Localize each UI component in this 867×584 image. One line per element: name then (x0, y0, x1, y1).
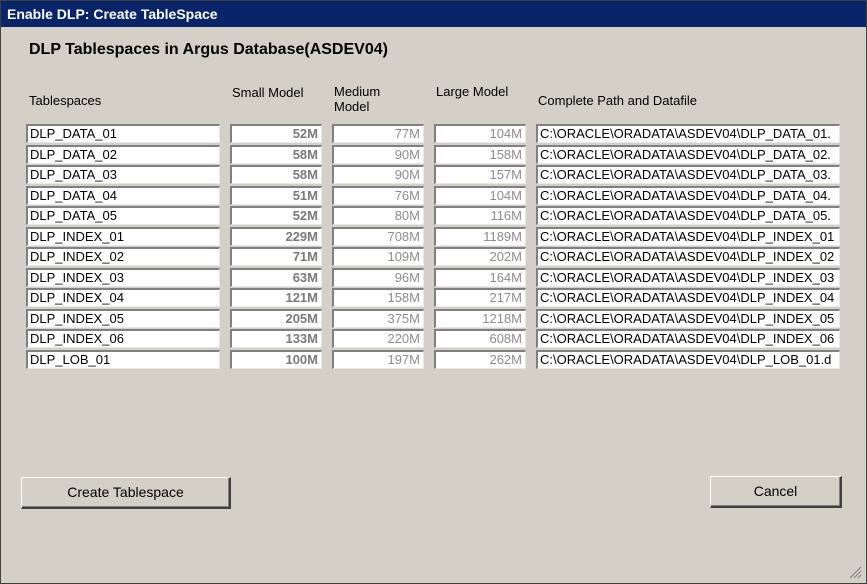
small-model-field[interactable]: 52M (230, 124, 322, 143)
datafile-path-field[interactable]: C:\ORACLE\ORADATA\ASDEV04\DLP_INDEX_01 (536, 226, 840, 246)
small-model-field[interactable]: 63M (230, 267, 322, 287)
medium-model-field[interactable]: 197M (332, 349, 424, 369)
datafile-path-field[interactable]: C:\ORACLE\ORADATA\ASDEV04\DLP_INDEX_03 (536, 267, 840, 287)
tablespace-name-field[interactable]: DLP_INDEX_01 (26, 226, 220, 246)
tablespace-name-field[interactable]: DLP_LOB_01 (26, 349, 220, 369)
large-model-field[interactable]: 1189M (434, 226, 526, 246)
tablespace-name-field[interactable]: DLP_INDEX_06 (26, 329, 220, 348)
small-model-field[interactable]: 58M (230, 165, 322, 184)
large-model-field[interactable]: 164M (434, 267, 526, 287)
large-model-field[interactable]: 608M (434, 329, 526, 348)
large-model-field[interactable]: 262M (434, 349, 526, 369)
small-model-field[interactable]: 229M (230, 226, 322, 246)
create-tablespace-dialog: Enable DLP: Create TableSpace DLP Tables… (0, 0, 867, 584)
small-model-field[interactable]: 58M (230, 144, 322, 164)
large-model-field[interactable]: 202M (434, 247, 526, 266)
small-model-field[interactable]: 100M (230, 349, 322, 369)
dialog-title: Enable DLP: Create TableSpace (1, 1, 866, 27)
large-model-field[interactable]: 217M (434, 288, 526, 307)
tablespace-name-field[interactable]: DLP_DATA_04 (26, 185, 220, 205)
tablespace-name-field[interactable]: DLP_DATA_01 (26, 124, 220, 143)
medium-model-field[interactable]: 96M (332, 267, 424, 287)
medium-model-field[interactable]: 220M (332, 329, 424, 348)
datafile-path-field[interactable]: C:\ORACLE\ORADATA\ASDEV04\DLP_DATA_04. (536, 185, 840, 205)
datafile-path-field[interactable]: C:\ORACLE\ORADATA\ASDEV04\DLP_INDEX_06 (536, 329, 840, 348)
datafile-path-field[interactable]: C:\ORACLE\ORADATA\ASDEV04\DLP_DATA_05. (536, 206, 840, 225)
large-model-field[interactable]: 157M (434, 165, 526, 184)
tablespace-name-field[interactable]: DLP_INDEX_03 (26, 267, 220, 287)
column-header-small: Small Model (232, 85, 304, 100)
small-model-field[interactable]: 205M (230, 308, 322, 328)
datafile-path-field[interactable]: C:\ORACLE\ORADATA\ASDEV04\DLP_INDEX_02 (536, 247, 840, 266)
small-model-field[interactable]: 133M (230, 329, 322, 348)
tablespace-name-field[interactable]: DLP_INDEX_04 (26, 288, 220, 307)
datafile-path-field[interactable]: C:\ORACLE\ORADATA\ASDEV04\DLP_DATA_02. (536, 144, 840, 164)
tablespace-name-field[interactable]: DLP_DATA_03 (26, 165, 220, 184)
small-model-field[interactable]: 52M (230, 206, 322, 225)
tablespace-name-field[interactable]: DLP_INDEX_05 (26, 308, 220, 328)
small-model-field[interactable]: 71M (230, 247, 322, 266)
small-model-field[interactable]: 121M (230, 288, 322, 307)
medium-model-field[interactable]: 375M (332, 308, 424, 328)
column-header-path: Complete Path and Datafile (538, 93, 697, 108)
medium-model-field[interactable]: 158M (332, 288, 424, 307)
tablespace-name-field[interactable]: DLP_INDEX_02 (26, 247, 220, 266)
column-header-medium: Medium Model (334, 84, 381, 114)
tablespace-name-field[interactable]: DLP_DATA_02 (26, 144, 220, 164)
column-header-large: Large Model (436, 84, 509, 99)
column-header-tablespaces: Tablespaces (29, 93, 102, 108)
large-model-field[interactable]: 1218M (434, 308, 526, 328)
create-tablespace-button[interactable]: Create Tablespace (21, 477, 231, 509)
medium-model-field[interactable]: 90M (332, 165, 424, 184)
cancel-button[interactable]: Cancel (710, 476, 842, 508)
datafile-path-field[interactable]: C:\ORACLE\ORADATA\ASDEV04\DLP_LOB_01.d (536, 349, 840, 369)
datafile-path-field[interactable]: C:\ORACLE\ORADATA\ASDEV04\DLP_INDEX_04 (536, 288, 840, 307)
small-model-field[interactable]: 51M (230, 185, 322, 205)
medium-model-field[interactable]: 80M (332, 206, 424, 225)
datafile-path-field[interactable]: C:\ORACLE\ORADATA\ASDEV04\DLP_DATA_01. (536, 124, 840, 143)
large-model-field[interactable]: 116M (434, 206, 526, 225)
medium-model-field[interactable]: 90M (332, 144, 424, 164)
large-model-field[interactable]: 104M (434, 185, 526, 205)
large-model-field[interactable]: 104M (434, 124, 526, 143)
page-title: DLP Tablespaces in Argus Database(ASDEV0… (29, 41, 388, 58)
tablespace-name-field[interactable]: DLP_DATA_05 (26, 206, 220, 225)
medium-model-field[interactable]: 708M (332, 226, 424, 246)
datafile-path-field[interactable]: C:\ORACLE\ORADATA\ASDEV04\DLP_INDEX_05 (536, 308, 840, 328)
medium-model-field[interactable]: 76M (332, 185, 424, 205)
resize-grip-icon[interactable] (848, 565, 862, 579)
medium-model-field[interactable]: 109M (332, 247, 424, 266)
medium-model-field[interactable]: 77M (332, 124, 424, 143)
large-model-field[interactable]: 158M (434, 144, 526, 164)
datafile-path-field[interactable]: C:\ORACLE\ORADATA\ASDEV04\DLP_DATA_03. (536, 165, 840, 184)
